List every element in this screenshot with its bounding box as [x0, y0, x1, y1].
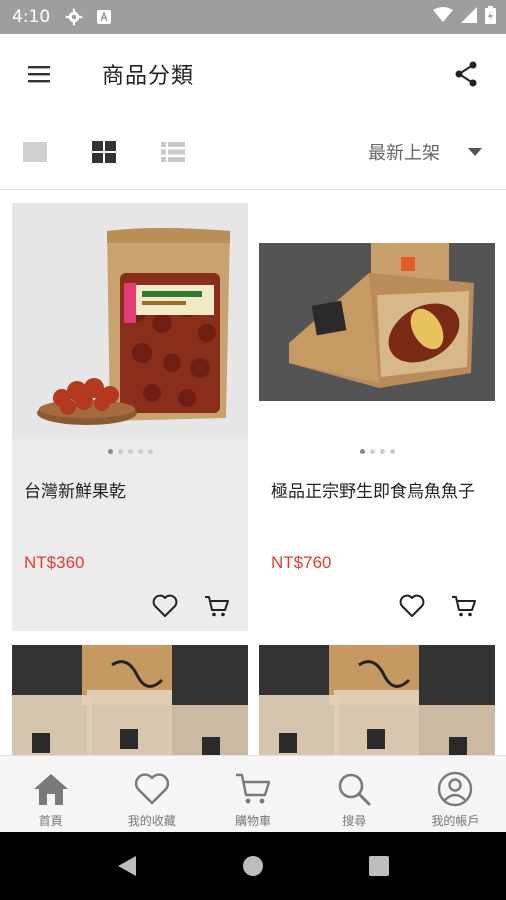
- sort-label: 最新上架: [368, 142, 440, 164]
- image-pager-dots: [12, 449, 248, 454]
- product-name[interactable]: 台灣新鮮果乾: [24, 477, 240, 502]
- bottom-nav: 首頁 我的收藏 購物車 搜尋 我的帳戶: [0, 755, 506, 832]
- nav-cart[interactable]: 購物車: [202, 756, 303, 832]
- grid-view-icon[interactable]: [84, 132, 124, 172]
- cart-icon[interactable]: [449, 591, 479, 621]
- nav-account[interactable]: 我的帳戶: [405, 756, 506, 832]
- page-title: 商品分類: [102, 64, 195, 89]
- home-icon: [31, 770, 71, 808]
- product-image[interactable]: [259, 645, 495, 755]
- menu-icon[interactable]: [20, 54, 60, 94]
- product-card[interactable]: 台灣新鮮果乾 NT$360: [12, 203, 248, 631]
- app-bar: 商品分類: [0, 34, 506, 114]
- product-card[interactable]: [12, 645, 248, 755]
- nav-label: 我的帳戶: [431, 814, 480, 828]
- single-view-icon[interactable]: [15, 132, 55, 172]
- status-time: 4:10: [12, 7, 51, 27]
- nav-favorites[interactable]: 我的收藏: [101, 756, 202, 832]
- heart-icon: [132, 770, 172, 808]
- cell-signal-icon: [461, 7, 477, 27]
- cart-icon: [233, 770, 273, 808]
- list-view-icon[interactable]: [153, 132, 193, 172]
- view-toolbar: 最新上架: [0, 114, 506, 190]
- sort-dropdown[interactable]: 最新上架: [368, 139, 482, 165]
- nav-label: 首頁: [38, 814, 63, 828]
- heart-icon[interactable]: [397, 591, 427, 621]
- settings-gear-icon: [64, 7, 84, 27]
- battery-icon: [485, 6, 496, 28]
- product-image[interactable]: [12, 645, 248, 755]
- nav-search[interactable]: 搜尋: [304, 756, 405, 832]
- status-bar: 4:10: [0, 0, 506, 34]
- account-icon: [435, 770, 475, 808]
- back-icon[interactable]: [64, 832, 190, 900]
- notification-app-icon: [94, 7, 114, 27]
- home-button-icon[interactable]: [190, 832, 316, 900]
- search-icon: [334, 770, 374, 808]
- nav-home[interactable]: 首頁: [0, 756, 101, 832]
- chevron-down-icon: [468, 147, 482, 156]
- heart-icon[interactable]: [150, 591, 180, 621]
- product-name[interactable]: 極品正宗野生即食烏魚魚子: [271, 477, 487, 502]
- recents-icon[interactable]: [316, 832, 442, 900]
- nav-label: 我的收藏: [127, 814, 176, 828]
- product-card[interactable]: [259, 645, 495, 755]
- share-icon[interactable]: [446, 54, 486, 94]
- product-grid: 台灣新鮮果乾 NT$360 極品正宗野生即食烏魚魚子 NT$760: [0, 191, 506, 755]
- wifi-icon: [433, 7, 453, 27]
- cart-icon[interactable]: [202, 591, 232, 621]
- product-price: NT$360: [24, 553, 85, 572]
- product-image[interactable]: [12, 203, 248, 439]
- product-image[interactable]: [259, 243, 495, 401]
- product-price: NT$760: [271, 553, 332, 572]
- system-nav-bar: [0, 832, 506, 900]
- nav-label: 購物車: [235, 814, 272, 828]
- image-pager-dots: [259, 449, 495, 454]
- nav-label: 搜尋: [342, 814, 367, 828]
- product-card[interactable]: 極品正宗野生即食烏魚魚子 NT$760: [259, 203, 495, 631]
